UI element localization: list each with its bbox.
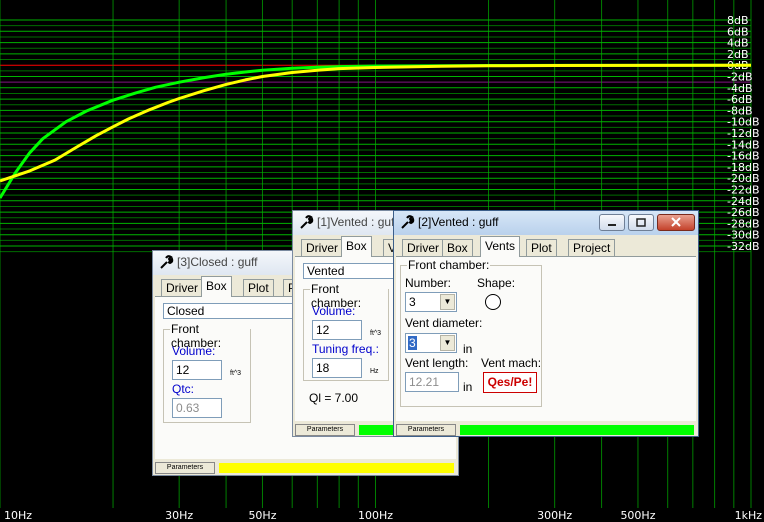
- minimize-icon: [608, 224, 616, 226]
- front-chamber-group: Front chamber: Volume: 12 ft^3 Tuning fr…: [303, 282, 389, 381]
- vent-diameter-select[interactable]: 3 ▼: [405, 333, 457, 353]
- x-tick-label: 30Hz: [165, 509, 193, 522]
- vented2-window-tabs: Driver Box Vents Plot Project: [396, 236, 696, 257]
- vented1-status-bar: Parameters: [295, 424, 404, 436]
- vented1-window-title: [1]Vented : guff: [317, 215, 398, 229]
- x-tick-label: 100Hz: [358, 509, 393, 522]
- tuning-freq-unit: Hz: [370, 368, 379, 375]
- tab-plot[interactable]: Plot: [526, 239, 557, 256]
- vented1-window-titlebar[interactable]: [1]Vented : guff: [293, 211, 406, 235]
- closed-window-title: [3]Closed : guff: [177, 255, 258, 269]
- volume-unit: ft^3: [370, 330, 382, 337]
- tab-driver[interactable]: Driver: [301, 239, 343, 256]
- volume-input[interactable]: 12: [312, 320, 362, 340]
- vent-mach-label: Vent mach:: [481, 356, 542, 370]
- wrench-icon: [160, 255, 174, 269]
- x-tick-label: 10Hz: [4, 509, 32, 522]
- front-chamber-group: Front chamber: Volume: 12 ft^3 Qtc: 0.63: [163, 322, 251, 423]
- tuning-freq-label: Tuning freq.:: [312, 342, 379, 356]
- tab-driver[interactable]: Driver: [402, 239, 444, 256]
- vented1-window-tabs: Driver Box V: [295, 236, 404, 257]
- shape-label: Shape:: [477, 276, 516, 290]
- chevron-down-icon[interactable]: ▼: [440, 335, 455, 351]
- vent-number-select[interactable]: 3 ▼: [405, 292, 457, 312]
- x-tick-label: 50Hz: [248, 509, 276, 522]
- close-button[interactable]: [657, 214, 695, 231]
- wrench-icon: [401, 215, 415, 229]
- qtc-field: 0.63: [172, 398, 222, 418]
- status-fill-green: [460, 425, 694, 435]
- volume-label: Volume:: [172, 344, 216, 358]
- vent-length-label: Vent length:: [405, 356, 469, 370]
- volume-input[interactable]: 12: [172, 360, 222, 380]
- tab-box[interactable]: Box: [341, 236, 372, 257]
- tuning-freq-input[interactable]: 18: [312, 358, 362, 378]
- wrench-icon: [300, 215, 314, 229]
- closed-status-bar: Parameters: [155, 462, 456, 474]
- volume-label: Volume:: [312, 304, 356, 318]
- vented1-box-panel: Vented Front chamber: Volume: 12 ft^3 Tu…: [295, 257, 404, 421]
- vent-length-field: 12.21: [405, 372, 459, 392]
- vented2-window[interactable]: [2]Vented : guff Driver Box Vents Plot P…: [393, 210, 699, 437]
- vent-diameter-unit: in: [463, 342, 473, 356]
- x-tick-label: 500Hz: [620, 509, 655, 522]
- maximize-icon: [636, 218, 646, 227]
- x-tick-label: 300Hz: [537, 509, 572, 522]
- circle-shape-icon[interactable]: [485, 294, 501, 310]
- vented1-window[interactable]: [1]Vented : guff Driver Box V Vented Fro…: [292, 210, 407, 437]
- tab-driver[interactable]: Driver: [161, 279, 203, 296]
- status-fill-yellow: [219, 463, 454, 473]
- tab-box[interactable]: Box: [442, 239, 473, 256]
- parameters-status-label[interactable]: Parameters: [295, 424, 355, 436]
- front-chamber-label: Front chamber:: [407, 258, 491, 272]
- vented2-window-titlebar[interactable]: [2]Vented : guff: [394, 211, 698, 235]
- qes-pe-warning-button[interactable]: Qes/Pe!: [483, 372, 537, 393]
- vent-diameter-value: 3: [408, 336, 417, 350]
- tab-plot[interactable]: Plot: [243, 279, 274, 296]
- tab-project[interactable]: Project: [568, 239, 616, 256]
- vented2-window-title: [2]Vented : guff: [418, 215, 499, 229]
- box-type-display: Closed: [163, 303, 303, 319]
- number-label: Number:: [405, 276, 452, 290]
- parameters-status-label[interactable]: Parameters: [396, 424, 456, 436]
- vents-panel: Front chamber: Number: 3 ▼ Shape: Vent d…: [396, 257, 696, 421]
- minimize-button[interactable]: [599, 214, 625, 231]
- y-tick-label: -32dB: [727, 240, 760, 253]
- close-icon: [671, 217, 681, 227]
- maximize-button[interactable]: [628, 214, 654, 231]
- qtc-label: Qtc:: [172, 382, 195, 396]
- ql-readout: Ql = 7.00: [309, 391, 359, 405]
- vent-length-unit: in: [463, 380, 473, 394]
- box-type-display: Vented: [303, 263, 399, 279]
- volume-unit: ft^3: [230, 370, 242, 377]
- parameters-status-label[interactable]: Parameters: [155, 462, 215, 474]
- x-tick-label: 1kHz: [735, 509, 763, 522]
- front-chamber-group: Front chamber: Number: 3 ▼ Shape: Vent d…: [400, 258, 542, 407]
- tab-vents[interactable]: Vents: [480, 236, 521, 257]
- tab-box[interactable]: Box: [201, 276, 232, 297]
- vent-diameter-label: Vent diameter:: [405, 316, 483, 330]
- vent-number-value: 3: [409, 295, 416, 309]
- chevron-down-icon[interactable]: ▼: [440, 294, 455, 310]
- vented2-status-bar: Parameters: [396, 424, 696, 436]
